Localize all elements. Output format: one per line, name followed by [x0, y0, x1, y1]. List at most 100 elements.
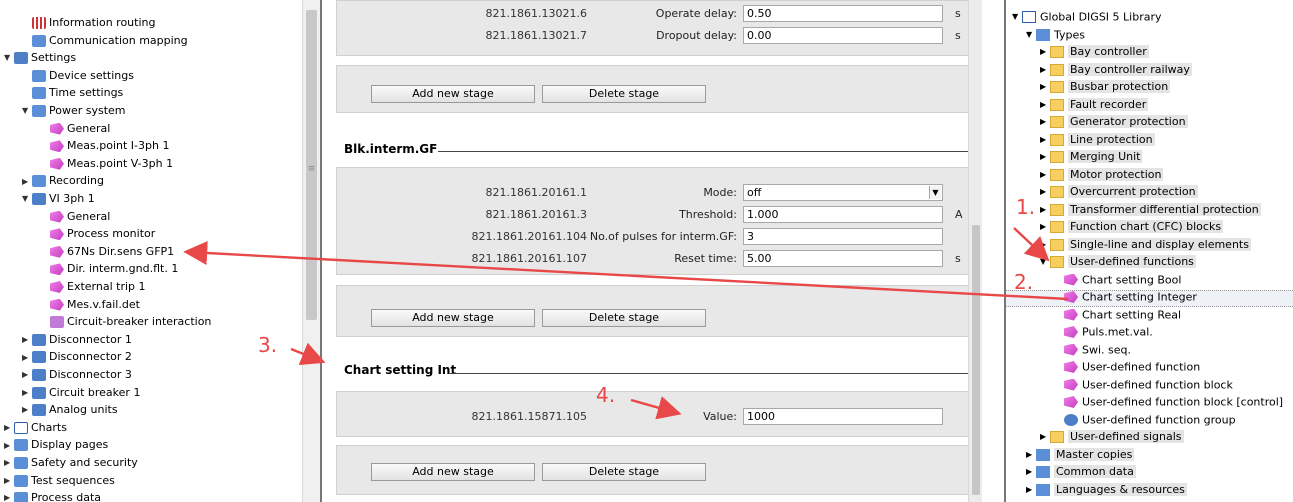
tree-item[interactable]: General	[40, 208, 110, 226]
operate-delay-input[interactable]: 0.50	[743, 5, 943, 22]
expand-arrow-icon[interactable]: ▶	[1040, 166, 1050, 184]
expand-arrow-icon[interactable]: ▶	[1040, 96, 1050, 114]
tree-item[interactable]: ▶ Test sequences	[4, 472, 115, 490]
expand-arrow-icon[interactable]: ▶	[1040, 148, 1050, 166]
expand-arrow-icon[interactable]: ▶	[1040, 236, 1050, 254]
library-item[interactable]: ▶ Bay controller railway	[1040, 61, 1192, 79]
library-item[interactable]: ▶ Bay controller	[1040, 43, 1149, 61]
tree-item[interactable]: ▼ Settings	[4, 49, 76, 67]
number-of-pulses-input[interactable]: 3	[743, 228, 943, 245]
library-item[interactable]: ▶ Single-line and display elements	[1040, 236, 1251, 254]
tree-item[interactable]: Meas.point I-3ph 1	[40, 137, 169, 155]
expand-arrow-icon[interactable]: ▶	[22, 349, 32, 367]
tree-item[interactable]: ▶ Charts	[4, 419, 67, 437]
collapse-arrow-icon[interactable]: ▼	[4, 49, 14, 67]
expand-arrow-icon[interactable]: ▶	[1040, 43, 1050, 61]
tree-item[interactable]: ▶ Circuit breaker 1	[22, 384, 140, 402]
tree-item[interactable]: Dir. interm.gnd.flt. 1	[40, 260, 178, 278]
reset-time-input[interactable]: 5.00	[743, 250, 943, 267]
expand-arrow-icon[interactable]: ▶	[1026, 481, 1036, 499]
collapse-arrow-icon[interactable]: ▼	[1040, 253, 1050, 271]
library-item[interactable]: ▶ Overcurrent protection	[1040, 183, 1198, 201]
dropout-delay-input[interactable]: 0.00	[743, 27, 943, 44]
collapse-arrow-icon[interactable]: ▼	[1012, 8, 1022, 26]
tree-item[interactable]: Meas.point V-3ph 1	[40, 155, 173, 173]
library-item[interactable]: ▶ Master copies	[1026, 446, 1135, 464]
add-new-stage-button[interactable]: Add new stage	[371, 309, 535, 327]
tree-item[interactable]: Process monitor	[40, 225, 155, 243]
library-item[interactable]: User-defined function block	[1054, 376, 1233, 394]
expand-arrow-icon[interactable]: ▶	[4, 454, 14, 472]
library-item[interactable]: User-defined function block [control]	[1054, 393, 1283, 411]
library-item[interactable]: ▶ Languages & resources	[1026, 481, 1187, 499]
tree-item[interactable]: ▶ Display pages	[4, 436, 108, 454]
library-item[interactable]: ▼ Types	[1026, 26, 1085, 44]
tree-item[interactable]: ▼ Power system	[22, 102, 126, 120]
expand-arrow-icon[interactable]: ▶	[1026, 463, 1036, 481]
add-new-stage-button[interactable]: Add new stage	[371, 85, 535, 103]
expand-arrow-icon[interactable]: ▶	[1040, 113, 1050, 131]
library-item[interactable]: ▶ Generator protection	[1040, 113, 1188, 131]
expand-arrow-icon[interactable]: ▶	[22, 331, 32, 349]
tree-item[interactable]: ▶ Process data	[4, 489, 101, 502]
library-item[interactable]: ▶ Function chart (CFC) blocks	[1040, 218, 1224, 236]
library-item[interactable]: ▼ User-defined functions	[1040, 253, 1196, 271]
tree-item[interactable]: Communication mapping	[22, 32, 188, 50]
tree-item[interactable]: ▶ Safety and security	[4, 454, 138, 472]
expand-arrow-icon[interactable]: ▶	[22, 366, 32, 384]
delete-stage-button[interactable]: Delete stage	[542, 463, 706, 481]
tree-item[interactable]: 67Ns Dir.sens GFP1	[40, 243, 174, 261]
library-item[interactable]: ▶ Common data	[1026, 463, 1136, 481]
collapse-arrow-icon[interactable]: ▼	[22, 102, 32, 120]
expand-arrow-icon[interactable]: ▶	[22, 384, 32, 402]
expand-arrow-icon[interactable]: ▶	[1040, 131, 1050, 149]
mode-select[interactable]: off ▼	[743, 184, 943, 201]
tree-item[interactable]: ▶ Disconnector 1	[22, 331, 132, 349]
expand-arrow-icon[interactable]: ▶	[4, 489, 14, 502]
collapse-arrow-icon[interactable]: ▼	[1026, 26, 1036, 44]
expand-arrow-icon[interactable]: ▶	[4, 419, 14, 437]
value-input[interactable]: 1000	[743, 408, 943, 425]
tree-item[interactable]: ▼ VI 3ph 1	[22, 190, 95, 208]
library-item[interactable]: ▶ Transformer differential protection	[1040, 201, 1261, 219]
collapse-arrow-icon[interactable]: ▼	[22, 190, 32, 208]
library-item[interactable]: Chart setting Real	[1054, 306, 1181, 324]
library-item[interactable]: ▼ Global DIGSI 5 Library	[1012, 8, 1162, 26]
tree-item[interactable]: Mes.v.fail.det	[40, 296, 140, 314]
library-item[interactable]: Chart setting Bool	[1054, 271, 1181, 289]
delete-stage-button[interactable]: Delete stage	[542, 85, 706, 103]
tree-item[interactable]: ▶ Recording	[22, 172, 104, 190]
threshold-input[interactable]: 1.000	[743, 206, 943, 223]
expand-arrow-icon[interactable]: ▶	[1040, 183, 1050, 201]
tree-item[interactable]: ▶ Analog units	[22, 401, 118, 419]
expand-arrow-icon[interactable]: ▶	[1040, 218, 1050, 236]
library-item[interactable]: ▶ Motor protection	[1040, 166, 1164, 184]
project-tree-scrollbar[interactable]: ≡	[302, 0, 320, 502]
library-item[interactable]: ▶ User-defined signals	[1040, 428, 1184, 446]
tree-item[interactable]: ▶ Disconnector 2	[22, 348, 132, 366]
tree-item[interactable]: ▶ Disconnector 3	[22, 366, 132, 384]
library-item[interactable]: Swi. seq.	[1054, 341, 1131, 359]
expand-arrow-icon[interactable]: ▶	[1040, 61, 1050, 79]
library-item[interactable]: Puls.met.val.	[1054, 323, 1153, 341]
library-item[interactable]: ▶ Fault recorder	[1040, 96, 1149, 114]
add-new-stage-button[interactable]: Add new stage	[371, 463, 535, 481]
library-item[interactable]: ▶ Merging Unit	[1040, 148, 1143, 166]
expand-arrow-icon[interactable]: ▶	[1040, 78, 1050, 96]
library-item[interactable]: Chart setting Integer	[1054, 288, 1197, 306]
expand-arrow-icon[interactable]: ▶	[22, 401, 32, 419]
expand-arrow-icon[interactable]: ▶	[4, 437, 14, 455]
expand-arrow-icon[interactable]: ▶	[4, 472, 14, 490]
library-item[interactable]: ▶ Line protection	[1040, 131, 1155, 149]
chevron-down-icon[interactable]: ▼	[929, 186, 941, 199]
tree-item[interactable]: General	[40, 120, 110, 138]
tree-item[interactable]: External trip 1	[40, 278, 146, 296]
delete-stage-button[interactable]: Delete stage	[542, 309, 706, 327]
scrollbar-thumb[interactable]	[972, 225, 980, 495]
expand-arrow-icon[interactable]: ▶	[1040, 201, 1050, 219]
tree-item[interactable]: Circuit-breaker interaction	[40, 313, 211, 331]
settings-editor-scrollbar[interactable]	[968, 0, 982, 502]
library-item[interactable]: User-defined function	[1054, 358, 1200, 376]
library-item[interactable]: ▶ Busbar protection	[1040, 78, 1171, 96]
library-item[interactable]: User-defined function group	[1054, 411, 1236, 429]
